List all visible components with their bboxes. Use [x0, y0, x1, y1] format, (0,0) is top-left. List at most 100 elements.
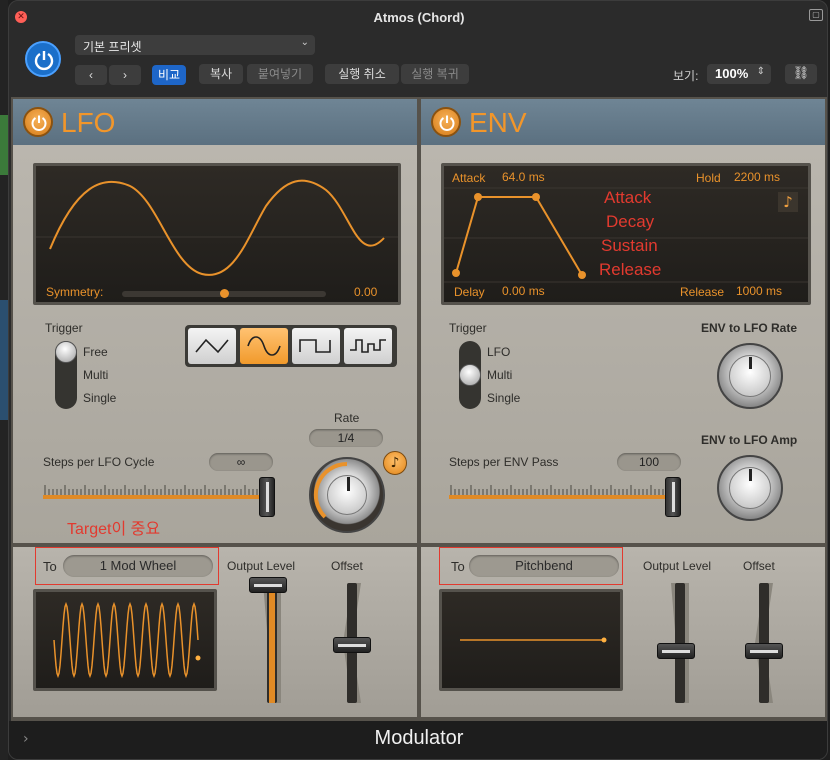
note-sync-icon[interactable]: ♪ [383, 451, 407, 475]
lfo-output-wave [53, 601, 201, 679]
delay-label: Delay [454, 285, 485, 299]
title-bar: ✕ Atmos (Chord) ▢ [9, 1, 827, 33]
zoom-value: 100% [715, 66, 749, 81]
lfo-trigger-label: Trigger [45, 321, 83, 335]
env-steps-value: 100 [617, 453, 681, 471]
lfo-trigger-multi[interactable]: Multi [83, 368, 108, 382]
lfo-power-button[interactable] [23, 107, 53, 137]
sine-wave-button[interactable] [240, 328, 288, 364]
env-curve [444, 187, 808, 283]
env-steps-ticks [449, 485, 684, 499]
annotation-target-box [439, 547, 623, 585]
plugin-name: Modulator [374, 727, 464, 749]
rate-knob[interactable] [309, 457, 385, 533]
lfo-steps-slider[interactable] [43, 477, 278, 517]
rate-label: Rate [334, 411, 360, 425]
env-trigger-multi[interactable]: Multi [487, 368, 512, 382]
lfo-output-level-handle[interactable] [249, 577, 287, 593]
zoom-dropdown[interactable]: 100% ⇕ [707, 64, 771, 84]
next-preset-button[interactable]: › [109, 65, 141, 85]
env-offset-handle[interactable] [745, 643, 783, 659]
stepper-icon: ⇕ [756, 66, 765, 77]
background-track-strip [0, 115, 8, 175]
link-icon[interactable]: ⛓ [785, 64, 817, 84]
env-steps-label: Steps per ENV Pass [449, 455, 559, 469]
symmetry-label: Symmetry: [46, 285, 104, 299]
annotation-attack: Attack [604, 188, 652, 207]
env-trigger-single[interactable]: Single [487, 391, 520, 405]
env-title: ENV [469, 107, 527, 138]
env-steps-handle[interactable] [665, 477, 681, 517]
random-wave-button[interactable] [344, 328, 392, 364]
lfo-trigger-free[interactable]: Free [83, 345, 108, 359]
bypass-power-button[interactable] [25, 41, 61, 77]
env-output-level-handle[interactable] [657, 643, 695, 659]
lfo-steps-handle[interactable] [259, 477, 275, 517]
env-panel: ENV Attack 64.0 ms Hold 2200 ms Delay 0.… [421, 99, 825, 543]
rate-value: 1/4 [309, 429, 383, 447]
waveform-selector [185, 325, 397, 367]
modulator-plugin: LFO Symmetry: 0.00 Trigger Free Multi Si… [11, 97, 827, 721]
square-wave-button[interactable] [292, 328, 340, 364]
lfo-panel: LFO Symmetry: 0.00 Trigger Free Multi Si… [13, 99, 417, 543]
compare-button[interactable]: 비교 [152, 65, 186, 85]
lfo-output-level-slider[interactable] [263, 583, 281, 703]
chevron-down-icon: ⌄ [300, 37, 309, 48]
symmetry-slider[interactable] [122, 289, 326, 298]
env-steps-slider[interactable] [449, 477, 684, 517]
paste-button[interactable]: 붙여넣기 [247, 64, 313, 84]
hold-label: Hold [696, 171, 721, 185]
lfo-steps-ticks [43, 485, 278, 499]
release-value[interactable]: 1000 ms [736, 284, 782, 298]
rate-knob-indicator [347, 477, 350, 491]
sine-wave-icon [247, 336, 281, 356]
release-label: Release [680, 285, 725, 299]
symmetry-handle[interactable] [220, 289, 229, 298]
env-to-lfo-amp-label: ENV to LFO Amp [701, 433, 798, 447]
lfo-output-display [33, 589, 217, 691]
env-trigger-switch-knob[interactable] [459, 364, 481, 386]
env-to-lfo-rate-knob-indicator [749, 357, 752, 369]
power-icon [34, 51, 54, 71]
lfo-trigger-single[interactable]: Single [83, 391, 116, 405]
attack-value[interactable]: 64.0 ms [502, 170, 545, 184]
note-sync-icon[interactable]: ♪ [778, 192, 798, 212]
undo-button[interactable]: 실행 취소 [325, 64, 399, 84]
random-wave-icon [350, 339, 386, 353]
env-to-lfo-rate-label: ENV to LFO Rate [701, 321, 798, 335]
copy-button[interactable]: 복사 [199, 64, 243, 84]
env-output-level-label: Output Level [643, 559, 712, 573]
env-output-display [439, 589, 623, 691]
env-to-lfo-amp-knob-indicator [749, 469, 752, 481]
lfo-header: LFO [13, 99, 417, 145]
env-to-lfo-rate-knob[interactable] [717, 343, 783, 409]
symmetry-value: 0.00 [354, 285, 378, 299]
env-trigger-lfo[interactable]: LFO [487, 345, 510, 359]
view-label: 보기: [673, 69, 699, 83]
plugin-footer: › Modulator [9, 721, 827, 759]
env-power-button[interactable] [431, 107, 461, 137]
lfo-offset-label: Offset [331, 559, 363, 573]
annotation-release: Release [599, 260, 662, 279]
lfo-trigger-switch[interactable] [55, 341, 77, 409]
previous-preset-button[interactable]: ‹ [75, 65, 107, 85]
lfo-offset-handle[interactable] [333, 637, 371, 653]
lfo-steps-label: Steps per LFO Cycle [43, 455, 155, 469]
lfo-output-panel: To 1 Mod Wheel Output Level Offset [13, 547, 417, 717]
annotation-target-important: Target이 중요 [67, 521, 161, 538]
lfo-trigger-switch-knob[interactable] [55, 341, 77, 363]
env-trigger-switch[interactable] [459, 341, 481, 409]
env-output-line [460, 637, 607, 643]
preset-dropdown[interactable]: 기본 프리셋 ⌄ [75, 35, 315, 55]
delay-value[interactable]: 0.00 ms [502, 284, 545, 298]
triangle-wave-button[interactable] [188, 328, 236, 364]
plugin-window: ✕ Atmos (Chord) ▢ 기본 프리셋 ⌄ ‹ › 비교 복사 붙여넣… [8, 0, 828, 760]
fullscreen-icon[interactable]: ▢ [809, 9, 823, 21]
env-to-lfo-amp-knob[interactable] [717, 455, 783, 521]
env-header: ENV [421, 99, 825, 145]
background-track-strip [0, 300, 8, 420]
redo-button[interactable]: 실행 복귀 [401, 64, 469, 84]
hold-value[interactable]: 2200 ms [734, 170, 780, 184]
lfo-steps-value: ∞ [209, 453, 273, 471]
lfo-title: LFO [61, 107, 116, 138]
